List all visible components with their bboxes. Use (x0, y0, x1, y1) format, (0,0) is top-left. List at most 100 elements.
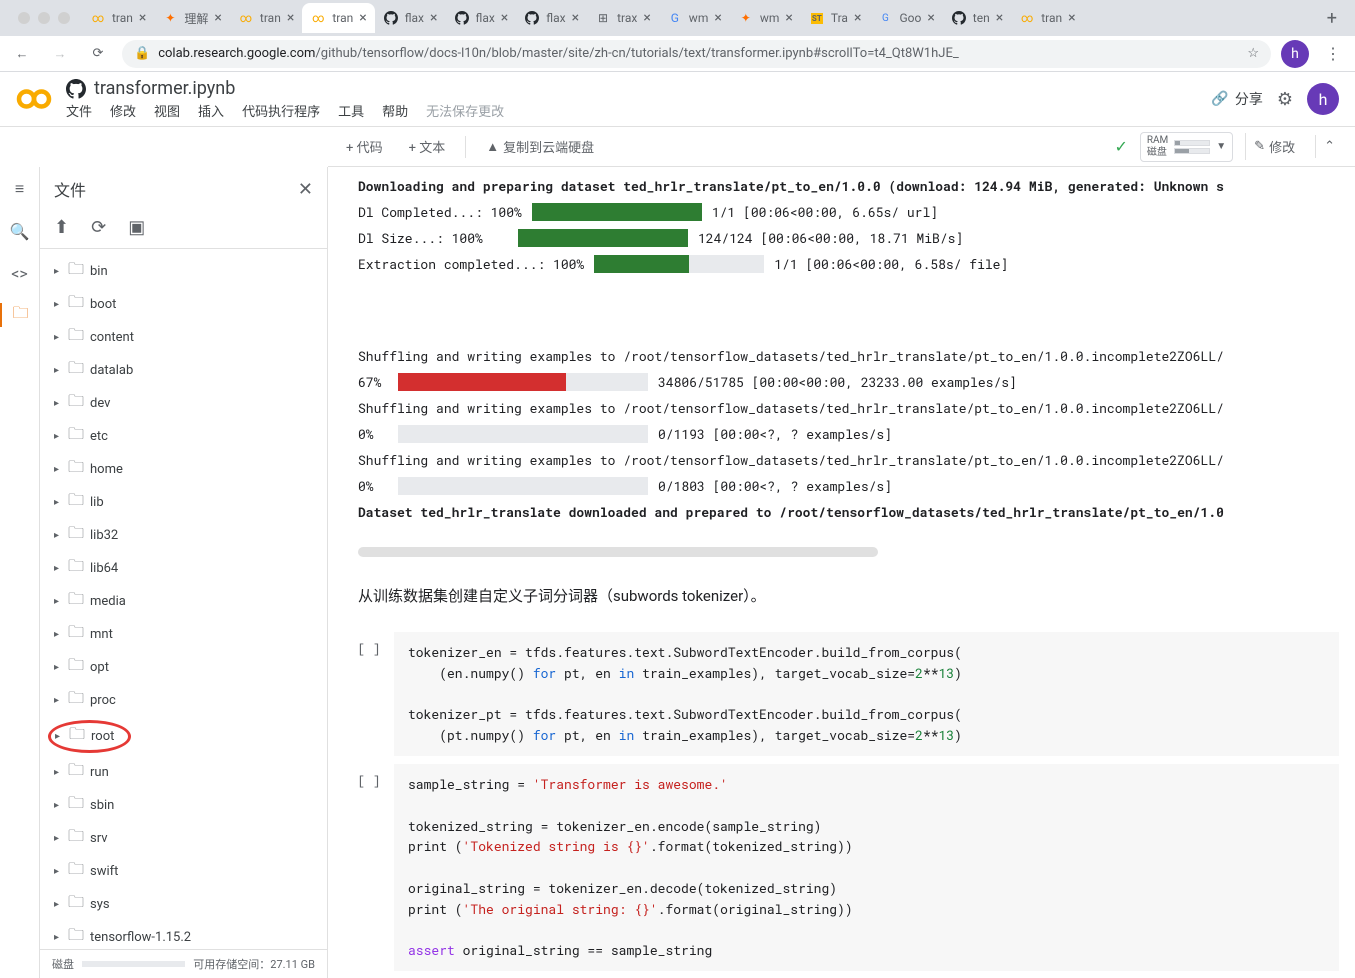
file-tree-item[interactable]: ▸🗀swift (40, 855, 327, 888)
address-bar[interactable]: 🔒 colab.research.google.com/github/tenso… (122, 40, 1271, 68)
mount-drive-icon[interactable]: ▣ (128, 217, 145, 238)
upload-icon[interactable]: ⬆ (54, 217, 69, 238)
expand-button[interactable]: ⌃ (1315, 135, 1343, 158)
browser-tab[interactable]: ten × (943, 3, 1011, 33)
tab-title: ten (973, 11, 990, 25)
reload-button[interactable]: ⟳ (84, 40, 112, 68)
document-title[interactable]: transformer.ipynb (94, 78, 235, 99)
file-tree-item[interactable]: ▸🗀opt (40, 651, 327, 684)
menu-item[interactable]: 修改 (110, 101, 136, 120)
tab-close-icon[interactable]: × (572, 10, 579, 26)
browser-tab[interactable]: flax× (375, 3, 446, 33)
file-tree-item[interactable]: ▸🗀root (40, 717, 327, 756)
tab-close-icon[interactable]: × (214, 10, 221, 26)
star-icon[interactable]: ☆ (1247, 46, 1259, 61)
tab-title: tran (112, 11, 133, 25)
gear-icon[interactable]: ⚙ (1277, 89, 1293, 110)
new-tab-button[interactable]: + (1317, 8, 1347, 29)
code-cell[interactable]: [ ] sample_string = 'Transformer is awes… (344, 764, 1339, 971)
browser-tab[interactable]: ⊞trax× (587, 3, 659, 33)
menu-item[interactable]: 插入 (198, 101, 224, 120)
edit-mode-button[interactable]: ✎ 修改 (1245, 133, 1303, 160)
browser-tab[interactable]: STTra× (801, 3, 870, 33)
file-tree-item[interactable]: ▸🗀bin (40, 255, 327, 288)
tab-close-icon[interactable]: × (287, 10, 294, 26)
file-tree-item[interactable]: ▸🗀mnt (40, 618, 327, 651)
progress-bar (518, 229, 688, 247)
horizontal-scrollbar[interactable] (358, 547, 878, 557)
tab-close-icon[interactable]: × (1068, 10, 1075, 26)
file-tree-item[interactable]: ▸🗀srv (40, 822, 327, 855)
file-tree-item[interactable]: ▸🗀media (40, 585, 327, 618)
browser-tab[interactable]: ∞tran× (302, 3, 374, 33)
menu-item[interactable]: 帮助 (382, 101, 408, 120)
pencil-icon: ✎ (1254, 139, 1265, 154)
browser-tab[interactable]: flax× (446, 3, 517, 33)
close-window-icon[interactable] (18, 12, 30, 24)
file-tree-item[interactable]: ▸🗀proc (40, 684, 327, 717)
browser-tab[interactable]: flax× (516, 3, 587, 33)
tab-close-icon[interactable]: × (927, 10, 934, 26)
tab-close-icon[interactable]: × (139, 10, 146, 26)
refresh-icon[interactable]: ⟳ (91, 217, 106, 238)
code-editor[interactable]: sample_string = 'Transformer is awesome.… (394, 764, 1339, 971)
user-avatar[interactable]: h (1307, 83, 1339, 115)
output-line: Shuffling and writing examples to /root/… (358, 347, 1325, 365)
resource-indicator[interactable]: RAM 磁盘 ▼ (1140, 132, 1233, 162)
text-cell[interactable]: 从训练数据集创建自定义子词分词器（subwords tokenizer）。 (328, 567, 1355, 624)
tab-close-icon[interactable]: × (430, 10, 437, 26)
file-tree-item[interactable]: ▸🗀boot (40, 288, 327, 321)
files-icon[interactable]: 🗀 (0, 303, 40, 327)
tab-close-icon[interactable]: × (854, 10, 861, 26)
file-tree-item[interactable]: ▸🗀home (40, 453, 327, 486)
tab-title: Tra (831, 11, 848, 25)
menu-item[interactable]: 代码执行程序 (242, 101, 320, 120)
menu-item[interactable]: 视图 (154, 101, 180, 120)
folder-icon: 🗀 (69, 723, 87, 750)
menu-item[interactable]: 工具 (338, 101, 364, 120)
tab-close-icon[interactable]: × (359, 10, 366, 26)
browser-menu-icon[interactable]: ⋮ (1319, 44, 1347, 63)
forward-button[interactable]: → (46, 40, 74, 68)
file-tree-item[interactable]: ▸🗀lib64 (40, 552, 327, 585)
search-icon[interactable]: 🔍 (8, 219, 32, 243)
browser-tab[interactable]: ✦理解× (154, 3, 230, 33)
tab-close-icon[interactable]: × (996, 10, 1003, 26)
browser-profile-avatar[interactable]: h (1281, 40, 1309, 68)
copy-to-drive-button[interactable]: ▲ 复制到云端硬盘 (480, 133, 600, 160)
maximize-window-icon[interactable] (58, 12, 70, 24)
tab-close-icon[interactable]: × (643, 10, 650, 26)
minimize-window-icon[interactable] (38, 12, 50, 24)
close-icon[interactable]: ✕ (298, 179, 313, 200)
browser-tab[interactable]: ∞tran× (230, 3, 302, 33)
file-tree-item[interactable]: ▸🗀sbin (40, 789, 327, 822)
file-tree-item[interactable]: ▸🗀lib (40, 486, 327, 519)
file-tree-item[interactable]: ▸🗀lib32 (40, 519, 327, 552)
back-button[interactable]: ← (8, 40, 36, 68)
browser-tab[interactable]: ∞tran× (1011, 3, 1083, 33)
browser-tab[interactable]: GGoo× (869, 3, 942, 33)
add-text-button[interactable]: + 文本 (403, 133, 452, 160)
code-editor[interactable]: tokenizer_en = tfds.features.text.Subwor… (394, 632, 1339, 756)
tab-close-icon[interactable]: × (785, 10, 792, 26)
file-tree-item[interactable]: ▸🗀sys (40, 888, 327, 921)
folder-label: srv (90, 831, 319, 846)
browser-tab[interactable]: ✦wm× (730, 3, 801, 33)
file-tree-item[interactable]: ▸🗀etc (40, 420, 327, 453)
file-tree-item[interactable]: ▸🗀run (40, 756, 327, 789)
code-snippets-icon[interactable]: <> (8, 261, 32, 285)
share-button[interactable]: 🔗 分享 (1211, 89, 1262, 109)
file-tree-item[interactable]: ▸🗀datalab (40, 354, 327, 387)
toc-icon[interactable]: ≡ (8, 177, 32, 201)
file-tree-item[interactable]: ▸🗀tensorflow-1.15.2 (40, 921, 327, 949)
add-code-button[interactable]: + 代码 (340, 133, 389, 160)
file-tree-item[interactable]: ▸🗀content (40, 321, 327, 354)
tab-close-icon[interactable]: × (501, 10, 508, 26)
file-tree-item[interactable]: ▸🗀dev (40, 387, 327, 420)
code-cell[interactable]: [ ] tokenizer_en = tfds.features.text.Su… (344, 632, 1339, 756)
browser-tab[interactable]: Gwm× (659, 3, 730, 33)
browser-tab[interactable]: ∞tran× (82, 3, 154, 33)
menu-item[interactable]: 文件 (66, 101, 92, 120)
colab-logo-icon[interactable] (16, 81, 52, 117)
tab-close-icon[interactable]: × (714, 10, 721, 26)
